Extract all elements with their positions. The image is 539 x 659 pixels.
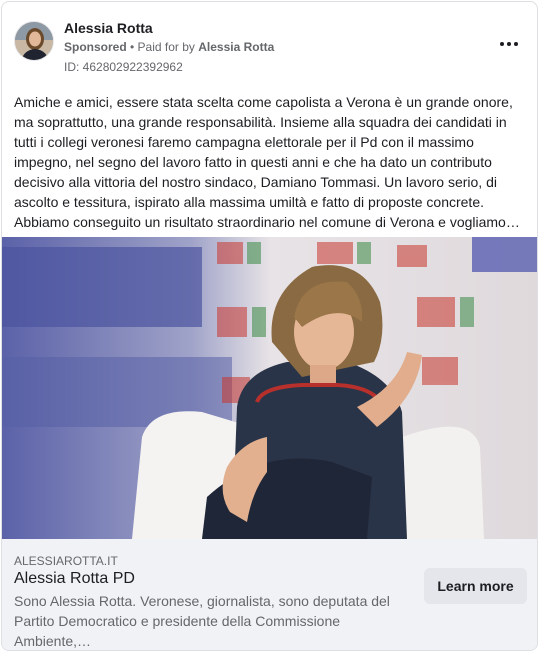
link-domain: ALESSIAROTTA.IT xyxy=(14,554,118,568)
ad-header: Alessia Rotta Sponsored • Paid for by Al… xyxy=(14,20,525,76)
paid-for-prefix: Paid for by xyxy=(137,40,199,54)
page-name[interactable]: Alessia Rotta xyxy=(64,20,153,36)
paid-for-name: Alessia Rotta xyxy=(198,40,275,54)
link-preview[interactable]: ALESSIAROTTA.IT Alessia Rotta PD Sono Al… xyxy=(2,539,537,650)
more-horizontal-icon xyxy=(499,33,520,51)
more-options-button[interactable] xyxy=(495,28,523,56)
learn-more-button[interactable]: Learn more xyxy=(424,568,527,604)
post-text: Amiche e amici, essere stata scelta come… xyxy=(14,94,520,230)
sponsored-label: Sponsored xyxy=(64,40,127,54)
separator-dot: • xyxy=(126,40,138,54)
sponsored-line: Sponsored • Paid for by Alessia Rotta xyxy=(64,40,274,54)
avatar[interactable] xyxy=(14,21,54,61)
link-title[interactable]: Alessia Rotta PD xyxy=(14,570,135,588)
ad-photo xyxy=(2,237,537,539)
ad-card: Alessia Rotta Sponsored • Paid for by Al… xyxy=(1,1,538,651)
link-description: Sono Alessia Rotta. Veronese, giornalist… xyxy=(14,593,390,649)
ad-image[interactable] xyxy=(2,237,537,539)
avatar-photo xyxy=(15,22,53,60)
ad-id: ID: 462802922392962 xyxy=(64,60,183,74)
